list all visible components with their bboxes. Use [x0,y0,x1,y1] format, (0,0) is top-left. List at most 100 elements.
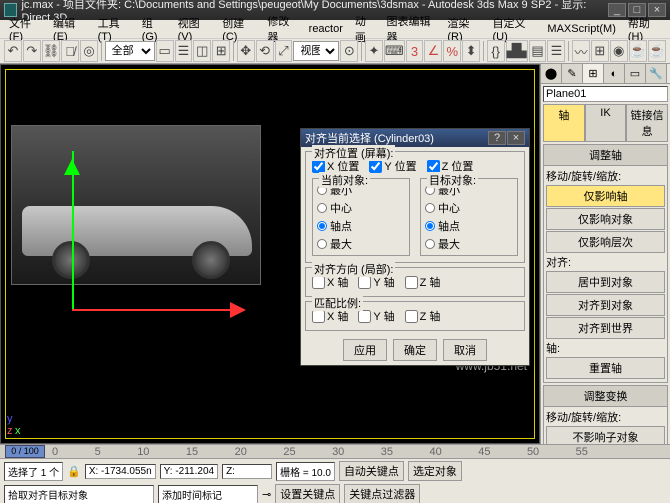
y-coord-field[interactable]: Y: -211.204 [160,464,218,479]
window-crossing-button[interactable]: ⊞ [212,40,230,62]
y-axis-orient-checkbox[interactable] [358,276,371,289]
layer-button[interactable]: ☰ [547,40,565,62]
tgt-pivot-radio[interactable] [425,221,435,231]
time-slider[interactable]: 0 / 100 [5,445,45,458]
auto-key-button[interactable]: 自动关键点 [339,461,404,481]
percent-snap-button[interactable]: % [443,40,461,62]
menu-reactor[interactable]: reactor [304,22,348,36]
x-axis-scale-checkbox[interactable] [312,310,325,323]
mirror-button[interactable]: ▟▙ [506,40,528,62]
tgt-center-radio[interactable] [425,203,435,213]
selection-filter[interactable]: 全部 [105,41,155,61]
spinner-snap-button[interactable]: ⬍ [462,40,480,62]
select-button[interactable]: ▭ [156,40,174,62]
bottom-panel: 0 / 100 0510 152025 303540 455055 选择了 1 … [0,444,670,503]
time-tag-field[interactable]: 添加时间标记 [158,485,258,503]
current-object-group: 当前对象: 最小 中心 轴点 最大 [312,178,410,256]
ok-button[interactable]: 确定 [393,339,437,361]
affect-pivot-button[interactable]: 仅影响轴 [546,185,665,207]
grid-field: 栅格 = 10.0 [276,462,335,481]
key-filters-button[interactable]: 关键点过滤器 [344,484,420,503]
gizmo-x-axis[interactable] [72,309,232,311]
angle-snap-button[interactable]: ∠ [424,40,442,62]
key-icon[interactable]: ⊸ [262,488,271,501]
y-position-checkbox[interactable] [369,160,382,173]
ref-coord-dropdown[interactable]: 视图 [293,41,339,61]
z-coord-field[interactable]: Z: [222,464,272,479]
select-region-button[interactable]: ◫ [193,40,211,62]
z-axis-scale-checkbox[interactable] [405,310,418,323]
menu-maxscript[interactable]: MAXScript(M) [542,22,620,36]
quick-render-button[interactable]: ☕ [648,40,666,62]
menu-tools[interactable]: 工具(T) [93,14,135,44]
link-button[interactable]: ⛓ [42,40,61,62]
rotate-button[interactable]: ⟲ [256,40,274,62]
snap-button[interactable]: 3 [406,40,424,62]
bind-button[interactable]: ◎ [80,40,98,62]
dialog-close-button[interactable]: × [507,131,525,145]
x-coord-field[interactable]: X: -1734.055n [85,464,156,479]
cur-center-radio[interactable] [317,203,327,213]
redo-button[interactable]: ↷ [23,40,41,62]
affect-object-button[interactable]: 仅影响对象 [546,208,665,230]
scale-button[interactable]: ⤢ [275,40,293,62]
wheel-icon [52,241,90,279]
timeline-ticks: 0510 152025 303540 455055 [50,445,590,458]
z-position-checkbox[interactable] [427,160,440,173]
named-sel-button[interactable]: {} [487,40,505,62]
selected-object-button[interactable]: 选定对象 [408,461,462,481]
tab-ik[interactable]: IK [585,104,627,142]
object-name-field[interactable]: Plane01 [543,86,668,102]
x-axis-orient-checkbox[interactable] [312,276,325,289]
unlink-button[interactable]: ⛓̸ [61,40,79,62]
menubar: 文件(F) 编辑(E) 工具(T) 组(G) 视图(V) 创建(C) 修改器 r… [0,20,670,38]
tab-pivot[interactable]: 轴 [543,104,585,142]
manip-button[interactable]: ✦ [365,40,383,62]
undo-button[interactable]: ↶ [4,40,22,62]
tab-create[interactable]: ⬤ [541,64,562,83]
move-button[interactable]: ✥ [237,40,255,62]
align-button[interactable]: ▤ [529,40,547,62]
align-to-object-button[interactable]: 对齐到对象 [546,294,665,316]
y-axis-scale-checkbox[interactable] [358,310,371,323]
tab-motion[interactable]: ◐ [604,64,625,83]
cur-max-radio[interactable] [317,239,327,249]
center-to-object-button[interactable]: 居中到对象 [546,271,665,293]
tab-modify[interactable]: ✎ [562,64,583,83]
timeline[interactable]: 0 / 100 0510 152025 303540 455055 [0,445,670,459]
align-to-world-button[interactable]: 对齐到世界 [546,317,665,339]
curve-editor-button[interactable]: 〰 [572,40,590,62]
schematic-button[interactable]: ⊞ [591,40,609,62]
z-axis-orient-checkbox[interactable] [405,276,418,289]
cur-pivot-radio[interactable] [317,221,327,231]
main-toolbar: ↶ ↷ ⛓ ⛓̸ ◎ 全部 ▭ ☰ ◫ ⊞ ✥ ⟲ ⤢ 视图 ⊙ ✦ ⌨ 3 ∠… [0,38,670,64]
dialog-help-button[interactable]: ? [488,131,506,145]
affect-hierarchy-button[interactable]: 仅影响层次 [546,231,665,253]
dont-affect-children-button[interactable]: 不影响子对象 [546,426,665,444]
tgt-max-radio[interactable] [425,239,435,249]
reset-pivot-button[interactable]: 重置轴 [546,357,665,379]
material-button[interactable]: ◉ [610,40,628,62]
command-panel: ⬤ ✎ ⊞ ◐ ▭ 🔧 Plane01 轴 IK 链接信息 调整轴 移动/旋转/… [540,64,670,444]
render-scene-button[interactable]: ☕ [629,40,647,62]
center-button[interactable]: ⊙ [340,40,358,62]
align-orientation-group: 对齐方向 (局部): X 轴 Y 轴 Z 轴 [305,267,525,297]
tab-display[interactable]: ▭ [625,64,646,83]
select-name-button[interactable]: ☰ [175,40,193,62]
rollout-adjust-transform: 调整变换 移动/旋转/缩放: 不影响子对象 重置: 变换 缩放 [543,385,668,444]
lock-icon[interactable]: 🔒 [67,465,81,478]
keyboard-button[interactable]: ⌨ [384,40,405,62]
rollout-adjust-pivot: 调整轴 移动/旋转/缩放: 仅影响轴 仅影响对象 仅影响层次 对齐: 居中到对象… [543,144,668,383]
cancel-button[interactable]: 取消 [443,339,487,361]
tab-hierarchy[interactable]: ⊞ [583,64,604,83]
x-position-checkbox[interactable] [312,160,325,173]
prompt-field: 拾取对齐目标对象 [4,485,154,503]
set-key-button[interactable]: 设置关键点 [275,484,340,503]
align-dialog: 对齐当前选择 (Cylinder03) ? × 对齐位置 (屏幕): X 位置 … [300,128,530,366]
apply-button[interactable]: 应用 [343,339,387,361]
tab-linkinfo[interactable]: 链接信息 [626,104,668,142]
gizmo-y-axis[interactable] [72,151,74,311]
target-object-group: 目标对象: 最小 中心 轴点 最大 [420,178,518,256]
wheel-icon [192,241,230,279]
tab-utilities[interactable]: 🔧 [646,64,667,83]
